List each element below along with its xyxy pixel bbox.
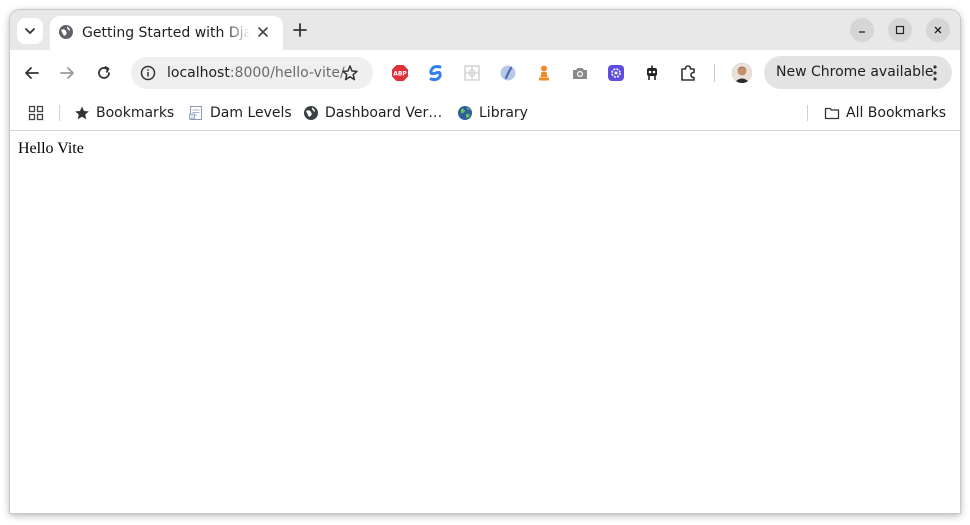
close-icon <box>934 26 942 34</box>
apps-grid-icon[interactable] <box>28 105 44 121</box>
update-label: New Chrome available <box>776 64 934 80</box>
tab-search-button[interactable] <box>17 18 43 44</box>
bookmarks-bar: Bookmarks Dam Levels Dashboard Ver… Libr… <box>10 96 960 131</box>
all-bookmarks-label: All Bookmarks <box>846 105 947 121</box>
adblock-plus-icon[interactable]: ABP <box>391 64 409 82</box>
close-window-button[interactable] <box>926 18 950 42</box>
page-content: Hello Vite <box>10 131 960 513</box>
minimize-icon <box>859 31 865 33</box>
bookmark-item-library[interactable]: Library <box>457 96 528 130</box>
bookmarks-separator <box>807 105 808 121</box>
globe-icon <box>59 25 73 39</box>
avatar-image <box>732 63 752 83</box>
camera-icon[interactable] <box>571 64 589 82</box>
grid-ext-icon[interactable] <box>463 64 481 82</box>
site-info-icon[interactable] <box>140 65 156 81</box>
bookmark-label: Dashboard Ver… <box>325 105 443 121</box>
reload-icon[interactable] <box>95 64 113 82</box>
globe-icon <box>304 106 318 120</box>
page-body-text: Hello Vite <box>18 140 84 157</box>
earth-icon <box>458 106 472 120</box>
toolbar-separator <box>714 64 715 82</box>
profile-avatar[interactable] <box>732 63 752 83</box>
chess-pawn-icon[interactable] <box>535 64 553 82</box>
back-arrow-icon[interactable] <box>23 64 41 82</box>
minimize-button[interactable] <box>850 18 874 42</box>
update-chrome-button[interactable]: New Chrome available <box>764 56 952 89</box>
puzzle-icon[interactable] <box>679 64 697 82</box>
new-tab-plus-icon[interactable] <box>292 22 308 38</box>
bookmark-item-dam-levels[interactable]: Dam Levels <box>188 96 292 130</box>
all-bookmarks-button[interactable]: All Bookmarks <box>824 96 946 130</box>
bookmark-item-dashboard[interactable]: Dashboard Ver… <box>303 96 442 130</box>
star-icon <box>75 106 89 120</box>
gear-badge-icon[interactable] <box>607 64 625 82</box>
document-icon <box>189 106 202 120</box>
maximize-button[interactable] <box>888 18 912 42</box>
lens-ext-icon[interactable] <box>499 64 517 82</box>
bookmark-label: Library <box>479 105 528 121</box>
chevron-down-icon <box>25 28 35 34</box>
robot-icon[interactable] <box>643 64 661 82</box>
folder-icon <box>824 107 840 120</box>
url-host: localhost <box>167 65 230 81</box>
blue-swirl-icon[interactable] <box>427 64 445 82</box>
close-icon[interactable] <box>256 25 270 39</box>
url-text[interactable]: localhost:8000/hello-vite/ <box>167 64 345 82</box>
maximize-icon <box>895 25 905 35</box>
kebab-menu-icon <box>933 65 937 81</box>
forward-arrow-icon[interactable] <box>58 64 76 82</box>
tab-title: Getting Started with Django and Vite <box>82 25 250 41</box>
active-tab[interactable]: Getting Started with Django and Vite <box>50 16 283 50</box>
bookmark-label: Bookmarks <box>96 105 175 121</box>
svg-text:ABP: ABP <box>393 71 407 78</box>
bookmark-label: Dam Levels <box>210 105 292 121</box>
bookmark-star-icon[interactable] <box>341 64 359 82</box>
address-bar[interactable]: localhost:8000/hello-vite/ <box>131 57 373 89</box>
tab-strip: Getting Started with Django and Vite <box>10 10 960 50</box>
browser-window: Getting Started with Django and Vite <box>10 10 960 513</box>
bookmarks-separator <box>59 105 60 121</box>
url-path: :8000/hello-vite/ <box>229 65 345 81</box>
bookmark-item-bookmarks[interactable]: Bookmarks <box>74 96 174 130</box>
navigation-toolbar: localhost:8000/hello-vite/ ABP New Chrom… <box>10 50 960 96</box>
